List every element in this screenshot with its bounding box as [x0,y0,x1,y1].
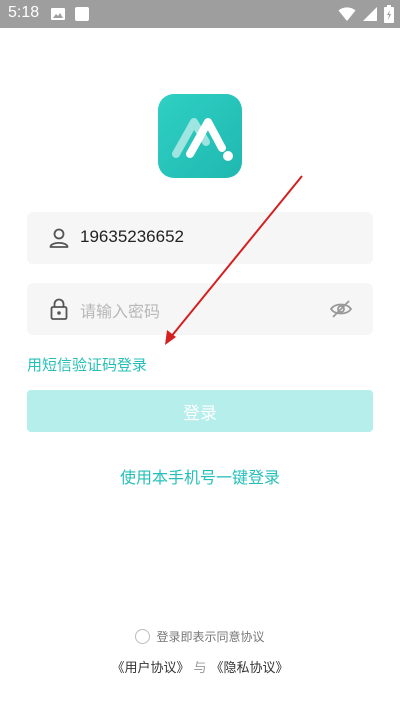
annotation-arrow-icon [165,175,303,345]
